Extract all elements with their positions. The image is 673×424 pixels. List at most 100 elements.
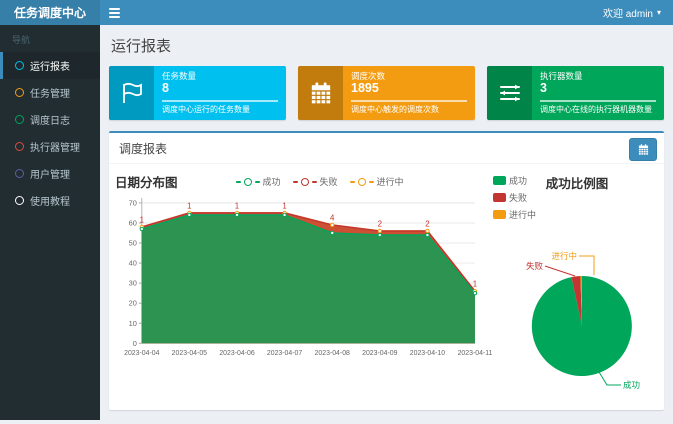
stat-card-jobs: 任务数量 8 调度中心运行的任务数量 bbox=[109, 66, 286, 120]
sidebar-item-tutorial[interactable]: 使用教程 bbox=[0, 187, 100, 214]
svg-text:成功: 成功 bbox=[623, 380, 640, 390]
stat-cards-row: 任务数量 8 调度中心运行的任务数量 bbox=[109, 66, 664, 120]
legend-ring-icon bbox=[244, 178, 252, 186]
legend-item-running[interactable]: 进行中 bbox=[493, 208, 536, 221]
area-chart-title: 日期分布图 bbox=[115, 172, 178, 191]
svg-text:2023-04-10: 2023-04-10 bbox=[410, 350, 445, 357]
sidebar: 导航 运行报表 任务管理 调度日志 执行器管理 用户管理 使用教程 bbox=[0, 25, 100, 420]
svg-text:50: 50 bbox=[129, 239, 137, 248]
svg-text:1: 1 bbox=[235, 201, 240, 210]
calendar-icon bbox=[298, 66, 343, 120]
svg-text:2023-04-07: 2023-04-07 bbox=[267, 350, 302, 357]
panel-title: 调度报表 bbox=[109, 133, 664, 164]
sidebar-item-job-log[interactable]: 调度日志 bbox=[0, 106, 100, 133]
svg-text:2023-04-06: 2023-04-06 bbox=[219, 350, 254, 357]
svg-text:0: 0 bbox=[133, 339, 137, 348]
stat-card-description: 调度中心运行的任务数量 bbox=[162, 105, 278, 115]
date-filter-button[interactable] bbox=[629, 138, 657, 161]
legend-line-icon bbox=[350, 181, 355, 183]
success-ratio-chart: 成功 失败 进行中 成功比例图 进行中失败成功 bbox=[487, 168, 667, 402]
stat-card-description: 调度中心触发的调度次数 bbox=[351, 105, 467, 115]
sidebar-item-label: 用户管理 bbox=[30, 166, 70, 181]
svg-text:2: 2 bbox=[425, 220, 429, 229]
circle-icon bbox=[15, 88, 24, 97]
legend-item-running[interactable]: 进行中 bbox=[350, 175, 404, 188]
legend-item-success[interactable]: 成功 bbox=[493, 174, 536, 187]
date-distribution-chart: 日期分布图 成功 失败 进行中 bbox=[115, 168, 487, 402]
flag-icon bbox=[109, 66, 154, 120]
stat-card-executors: 执行器数量 3 调度中心在线的执行器机器数量 bbox=[487, 66, 664, 120]
pie-chart: 进行中失败成功 bbox=[487, 206, 667, 402]
sidebar-item-user-manage[interactable]: 用户管理 bbox=[0, 160, 100, 187]
circle-icon bbox=[15, 115, 24, 124]
svg-text:20: 20 bbox=[129, 299, 137, 308]
svg-text:2023-04-05: 2023-04-05 bbox=[172, 350, 207, 357]
sidebar-item-job-manage[interactable]: 任务管理 bbox=[0, 79, 100, 106]
hamburger-icon bbox=[109, 8, 120, 10]
svg-text:40: 40 bbox=[129, 259, 137, 268]
svg-text:4: 4 bbox=[330, 213, 335, 222]
legend-line-icon bbox=[236, 181, 241, 183]
legend-item-fail[interactable]: 失败 bbox=[493, 191, 536, 204]
stacked-area-chart: 010203040506070111142212023-04-042023-04… bbox=[115, 193, 483, 369]
stat-card-triggers: 调度次数 1895 调度中心触发的调度次数 bbox=[298, 66, 475, 120]
legend-ring-icon bbox=[301, 178, 309, 186]
svg-text:2023-04-08: 2023-04-08 bbox=[315, 350, 350, 357]
area-chart-legend: 成功 失败 进行中 bbox=[236, 175, 404, 188]
top-navbar: 任务调度中心 欢迎 admin ▾ bbox=[0, 0, 673, 25]
circle-icon bbox=[15, 196, 24, 205]
calendar-icon bbox=[638, 144, 649, 155]
user-menu[interactable]: 欢迎 admin ▾ bbox=[603, 0, 673, 25]
stat-card-description: 调度中心在线的执行器机器数量 bbox=[540, 105, 656, 115]
sidebar-item-label: 使用教程 bbox=[30, 193, 70, 208]
stat-card-value: 8 bbox=[162, 81, 278, 97]
pie-chart-legend: 成功 失败 进行中 bbox=[493, 174, 536, 221]
sidebar-item-executor-manage[interactable]: 执行器管理 bbox=[0, 133, 100, 160]
legend-item-success[interactable]: 成功 bbox=[236, 175, 281, 188]
stat-card-label: 任务数量 bbox=[162, 71, 278, 81]
legend-square-icon bbox=[493, 210, 506, 219]
sidebar-item-label: 运行报表 bbox=[30, 58, 70, 73]
hamburger-icon bbox=[109, 16, 120, 18]
svg-text:失败: 失败 bbox=[526, 261, 544, 271]
svg-text:1: 1 bbox=[282, 201, 287, 210]
legend-line-icon bbox=[293, 181, 298, 183]
svg-text:10: 10 bbox=[129, 319, 137, 328]
divider bbox=[540, 100, 656, 102]
svg-text:1: 1 bbox=[140, 215, 145, 224]
svg-text:30: 30 bbox=[129, 279, 137, 288]
legend-square-icon bbox=[493, 176, 506, 185]
sliders-icon bbox=[487, 66, 532, 120]
circle-icon bbox=[15, 61, 24, 70]
svg-text:1: 1 bbox=[473, 280, 478, 289]
welcome-label: 欢迎 admin bbox=[603, 5, 653, 20]
svg-text:60: 60 bbox=[129, 219, 137, 228]
hamburger-icon bbox=[109, 12, 120, 14]
app-logo[interactable]: 任务调度中心 bbox=[0, 0, 100, 25]
svg-text:2023-04-09: 2023-04-09 bbox=[362, 350, 397, 357]
legend-ring-icon bbox=[358, 178, 366, 186]
stat-card-value: 1895 bbox=[351, 81, 467, 97]
sidebar-item-label: 任务管理 bbox=[30, 85, 70, 100]
divider bbox=[162, 100, 278, 102]
svg-text:1: 1 bbox=[187, 201, 192, 210]
svg-text:2: 2 bbox=[378, 220, 382, 229]
circle-icon bbox=[15, 142, 24, 151]
svg-text:2023-04-04: 2023-04-04 bbox=[124, 350, 159, 357]
legend-square-icon bbox=[493, 193, 506, 202]
divider bbox=[351, 100, 467, 102]
legend-item-fail[interactable]: 失败 bbox=[293, 175, 338, 188]
chevron-down-icon: ▾ bbox=[657, 9, 661, 17]
stat-card-value: 3 bbox=[540, 81, 656, 97]
sidebar-toggle-button[interactable] bbox=[100, 0, 128, 25]
sidebar-item-run-report[interactable]: 运行报表 bbox=[0, 52, 100, 79]
sidebar-item-label: 执行器管理 bbox=[30, 139, 80, 154]
schedule-report-panel: 调度报表 日期分布图 bbox=[109, 131, 664, 410]
stat-card-label: 执行器数量 bbox=[540, 71, 656, 81]
sidebar-section-label: 导航 bbox=[0, 25, 100, 52]
circle-icon bbox=[15, 169, 24, 178]
page-title: 运行报表 bbox=[111, 35, 664, 56]
sidebar-item-label: 调度日志 bbox=[30, 112, 70, 127]
svg-text:进行中: 进行中 bbox=[551, 251, 577, 261]
svg-text:70: 70 bbox=[129, 198, 137, 207]
